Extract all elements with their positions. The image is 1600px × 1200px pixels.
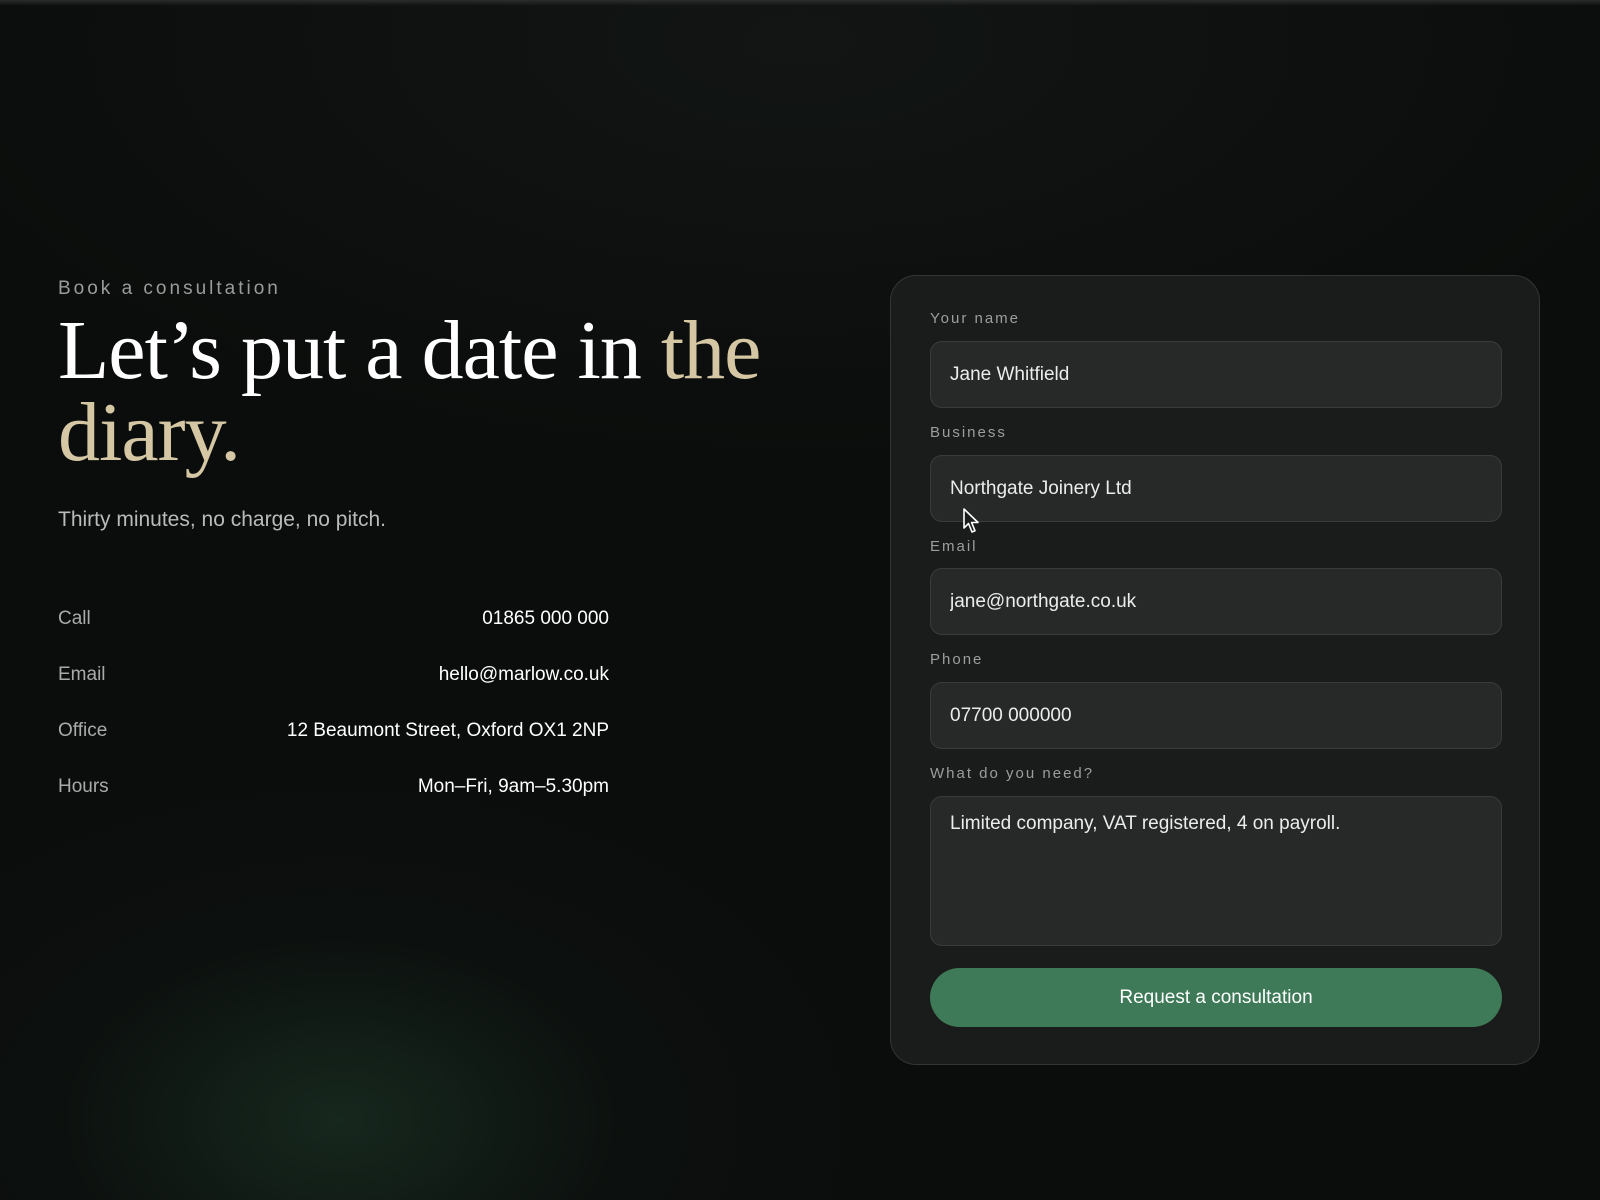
- top-edge-divider: [0, 0, 1600, 6]
- eyebrow-label: Book a consultation: [58, 278, 281, 299]
- needs-field-label: What do you need?: [930, 765, 1095, 782]
- phone-field[interactable]: [930, 682, 1502, 749]
- consultation-form: Your name Business Email Phone What do y…: [890, 275, 1540, 1065]
- contact-office-value: 12 Beaumont Street, Oxford OX1 2NP: [286, 720, 609, 741]
- request-consultation-button[interactable]: Request a consultation: [930, 968, 1502, 1027]
- contact-hours-value: Mon–Fri, 9am–5.30pm: [417, 776, 609, 797]
- contact-phone-value: 01865 000 000: [482, 608, 609, 629]
- contact-label: Call: [58, 608, 91, 629]
- contact-row-office: Office 12 Beaumont Street, Oxford OX1 2N…: [58, 712, 609, 768]
- page-subtitle: Thirty minutes, no charge, no pitch.: [58, 508, 386, 531]
- contact-label: Office: [58, 720, 108, 741]
- contact-row-email: Email hello@marlow.co.uk: [58, 656, 609, 712]
- business-field[interactable]: [930, 455, 1502, 522]
- contact-label: Email: [58, 664, 106, 685]
- contact-label: Hours: [58, 776, 109, 797]
- business-field-label: Business: [930, 424, 1007, 441]
- page-title: Let’s put a date in the diary.: [58, 309, 818, 475]
- page-background: Book a consultation Let’s put a date in …: [0, 0, 1600, 1200]
- contact-details-list: Call 01865 000 000 Email hello@marlow.co…: [58, 600, 609, 824]
- email-field[interactable]: [930, 568, 1502, 635]
- name-field-label: Your name: [930, 310, 1020, 327]
- needs-textarea[interactable]: Limited company, VAT registered, 4 on pa…: [930, 796, 1502, 946]
- phone-field-label: Phone: [930, 651, 984, 668]
- contact-email-value: hello@marlow.co.uk: [438, 664, 609, 685]
- contact-row-hours: Hours Mon–Fri, 9am–5.30pm: [58, 768, 609, 824]
- contact-row-call: Call 01865 000 000: [58, 600, 609, 656]
- email-field-label: Email: [930, 538, 978, 555]
- headline-main-text: Let’s put a date in: [58, 304, 661, 397]
- name-field[interactable]: [930, 341, 1502, 408]
